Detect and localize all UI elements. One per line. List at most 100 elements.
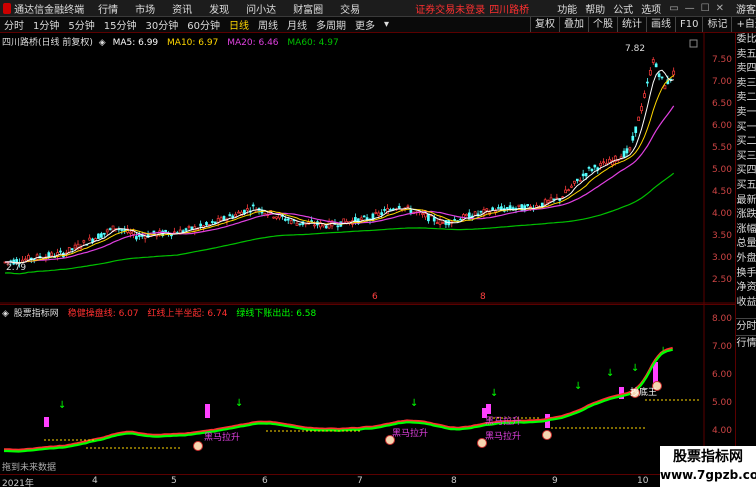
candle[interactable] bbox=[497, 207, 500, 209]
tab-intraday[interactable]: 分时 bbox=[4, 17, 24, 32]
menu-ask-assistant[interactable]: 问小达 bbox=[246, 1, 276, 16]
candle[interactable] bbox=[199, 223, 202, 227]
candle[interactable] bbox=[82, 240, 86, 243]
quote-item[interactable]: 换手 bbox=[736, 267, 756, 282]
candle[interactable] bbox=[427, 213, 430, 222]
candle[interactable] bbox=[135, 236, 138, 240]
candle[interactable] bbox=[59, 250, 62, 253]
candle[interactable] bbox=[599, 162, 603, 167]
candle[interactable] bbox=[234, 213, 238, 217]
candle[interactable] bbox=[359, 217, 363, 221]
candle[interactable] bbox=[637, 116, 640, 121]
stock-button[interactable]: 个股 bbox=[588, 17, 617, 32]
signal-badge-icon[interactable] bbox=[542, 430, 552, 440]
tab-side-quote[interactable]: 行情 bbox=[736, 335, 756, 352]
candle[interactable] bbox=[590, 168, 594, 172]
quote-item[interactable]: 涨幅 bbox=[736, 223, 756, 238]
candle[interactable] bbox=[631, 135, 635, 141]
candle[interactable] bbox=[441, 222, 445, 224]
candle[interactable] bbox=[88, 237, 92, 241]
candle[interactable] bbox=[628, 147, 632, 151]
menu-discover[interactable]: 发现 bbox=[209, 1, 229, 16]
candle[interactable] bbox=[219, 217, 223, 222]
tab-daily[interactable]: 日线 bbox=[229, 17, 249, 32]
candle[interactable] bbox=[549, 197, 553, 202]
candle[interactable] bbox=[383, 209, 386, 211]
quote-item[interactable]: 收益 bbox=[736, 296, 756, 311]
candle[interactable] bbox=[246, 208, 249, 211]
candle[interactable] bbox=[432, 217, 436, 222]
quote-item[interactable]: 卖四 bbox=[736, 62, 756, 77]
candle[interactable] bbox=[73, 244, 77, 249]
candle[interactable] bbox=[313, 224, 316, 227]
indicator-chart[interactable]: ↓ ↓ ↓ ↓ ↓ ↓ ↓ ↓ 黑马拉升 黑马拉升 黑马拉升 黑马拉升 抄底王 拖到未来数据 bbox=[0, 304, 735, 474]
tab-multi-period[interactable]: 多周期 bbox=[316, 17, 346, 32]
quote-item[interactable]: 外盘 bbox=[736, 252, 756, 267]
menu-options[interactable]: 选项 bbox=[641, 1, 661, 16]
candle[interactable] bbox=[406, 205, 410, 208]
candle[interactable] bbox=[570, 185, 573, 188]
candle[interactable] bbox=[421, 212, 424, 215]
tab-15min[interactable]: 15分钟 bbox=[104, 17, 137, 32]
candle[interactable] bbox=[108, 228, 112, 230]
candle[interactable] bbox=[564, 189, 567, 194]
candle[interactable] bbox=[184, 228, 188, 231]
candle[interactable] bbox=[94, 238, 97, 241]
candle[interactable] bbox=[272, 216, 275, 219]
candle[interactable] bbox=[575, 178, 579, 182]
candle[interactable] bbox=[102, 232, 106, 235]
candle[interactable] bbox=[409, 209, 413, 214]
quote-item[interactable]: 卖二 bbox=[736, 91, 756, 106]
candle[interactable] bbox=[453, 219, 457, 221]
candle[interactable] bbox=[643, 93, 646, 98]
menu-wealth-circle[interactable]: 财富圈 bbox=[293, 1, 323, 16]
candle[interactable] bbox=[546, 200, 550, 203]
quote-item[interactable]: 净资 bbox=[736, 281, 756, 296]
candle[interactable] bbox=[640, 106, 643, 112]
candle[interactable] bbox=[132, 230, 135, 235]
candle[interactable] bbox=[625, 148, 629, 154]
candle[interactable] bbox=[289, 220, 293, 224]
quote-item[interactable]: 涨跌 bbox=[736, 208, 756, 223]
candle[interactable] bbox=[377, 212, 381, 216]
quote-item[interactable]: 卖五 bbox=[736, 48, 756, 63]
candle[interactable] bbox=[222, 216, 226, 221]
candle[interactable] bbox=[543, 199, 547, 205]
candle[interactable] bbox=[476, 213, 480, 216]
candle[interactable] bbox=[500, 206, 503, 210]
add-watchlist-button[interactable]: +自选 bbox=[731, 17, 756, 32]
quote-item[interactable]: 卖三 bbox=[736, 77, 756, 92]
candle[interactable] bbox=[573, 180, 576, 184]
menu-market[interactable]: 市场 bbox=[135, 1, 155, 16]
maximize-icon[interactable]: ☐ bbox=[701, 3, 710, 14]
indicator-menu-icon[interactable]: ◈ bbox=[2, 309, 9, 319]
candle[interactable] bbox=[50, 252, 54, 257]
candle[interactable] bbox=[380, 212, 384, 215]
candle[interactable] bbox=[275, 216, 278, 219]
menu-help[interactable]: 帮助 bbox=[585, 1, 605, 16]
quote-item[interactable]: 委比 bbox=[736, 33, 756, 48]
candle[interactable] bbox=[485, 208, 489, 211]
quote-item[interactable]: 总量 bbox=[736, 237, 756, 252]
candle[interactable] bbox=[120, 229, 124, 231]
candle[interactable] bbox=[24, 258, 27, 261]
candle[interactable] bbox=[435, 222, 439, 224]
candle[interactable] bbox=[517, 204, 521, 207]
indicator-name[interactable]: 股票指标网 bbox=[14, 309, 59, 319]
overlay-button[interactable]: 叠加 bbox=[559, 17, 588, 32]
candle[interactable] bbox=[70, 248, 74, 250]
adjust-button[interactable]: 复权 bbox=[530, 17, 559, 32]
candle[interactable] bbox=[505, 207, 509, 209]
tab-weekly[interactable]: 周线 bbox=[258, 17, 278, 32]
candle[interactable] bbox=[47, 252, 51, 258]
restore-window-icon[interactable]: ▭ bbox=[669, 3, 678, 14]
candle[interactable] bbox=[473, 211, 477, 216]
candle[interactable] bbox=[336, 225, 340, 228]
quote-item[interactable]: 买二 bbox=[736, 135, 756, 150]
candle[interactable] bbox=[228, 214, 232, 217]
candlestick-chart[interactable]: 7.82 2.79 6 8 bbox=[0, 33, 735, 304]
candle[interactable] bbox=[465, 213, 468, 217]
candle[interactable] bbox=[286, 218, 290, 221]
candle[interactable] bbox=[298, 223, 302, 226]
signal-badge-icon[interactable] bbox=[193, 441, 203, 451]
